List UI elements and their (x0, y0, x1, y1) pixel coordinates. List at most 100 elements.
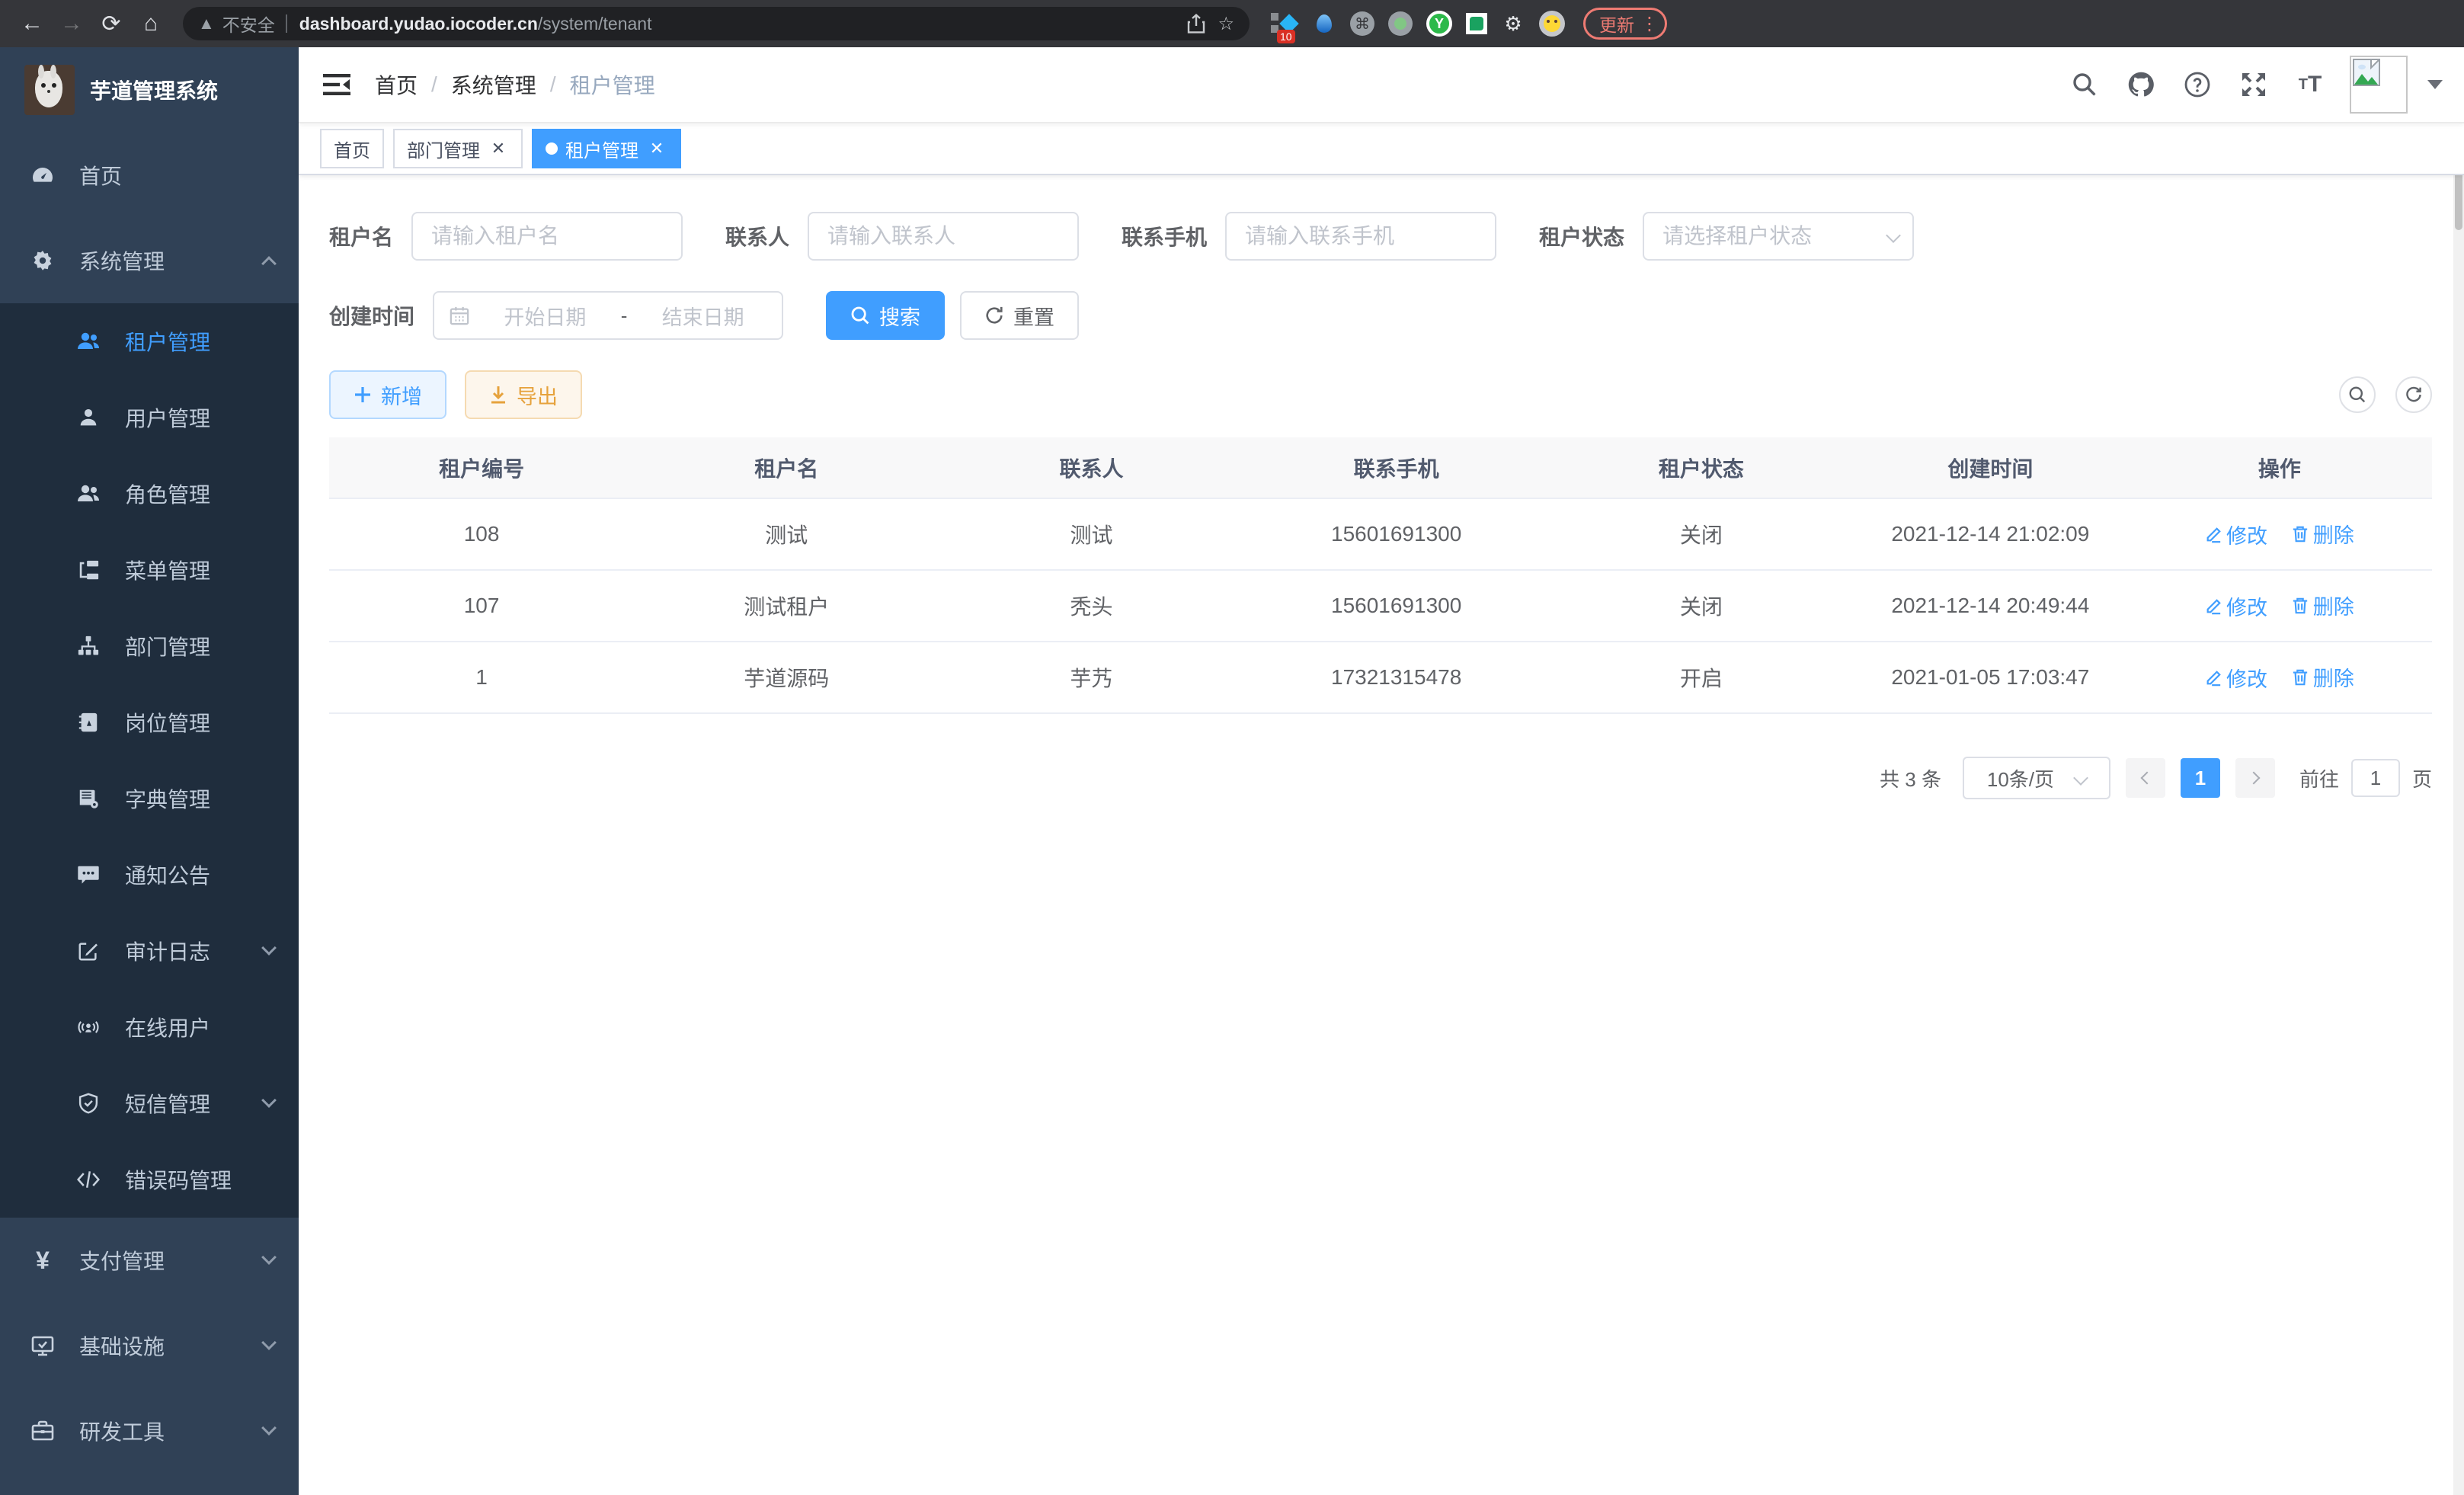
sidebar-item-online-users[interactable]: 在线用户 (0, 989, 299, 1065)
filter-contact: 联系人 (725, 212, 1079, 261)
sidebar-item-label: 租户管理 (125, 326, 210, 357)
extensions-puzzle-icon[interactable]: ⚙︎ (1501, 11, 1525, 36)
date-range-picker[interactable]: 开始日期 - 结束日期 (433, 291, 783, 340)
chevron-down-icon (2073, 770, 2088, 786)
extension-command-icon[interactable]: ⌘ (1350, 11, 1374, 36)
sidebar-item-payment[interactable]: ¥ 支付管理 (0, 1218, 299, 1303)
help-icon[interactable] (2184, 71, 2211, 98)
browser-home-icon[interactable]: ⌂ (134, 7, 168, 40)
sidebar-logo-row[interactable]: 芋道管理系统 (0, 47, 299, 133)
sidebar-item-audit-log[interactable]: 审计日志 (0, 913, 299, 989)
date-end-placeholder[interactable]: 结束日期 (639, 301, 766, 331)
table-refresh-icon[interactable] (2395, 376, 2432, 413)
pagination-total: 共 3 条 (1880, 764, 1941, 792)
share-icon[interactable] (1187, 14, 1205, 34)
extension-chat-icon[interactable] (1466, 13, 1487, 34)
sidebar-item-error-code[interactable]: 错误码管理 (0, 1141, 299, 1218)
sidebar-item-infra[interactable]: 基础设施 (0, 1303, 299, 1388)
cell-phone: 17321315478 (1244, 642, 1549, 713)
tab-home[interactable]: 首页 (320, 129, 384, 168)
export-button[interactable]: 导出 (465, 370, 582, 419)
sidebar-item-label: 菜单管理 (125, 555, 210, 585)
cell-contact: 测试 (939, 498, 1243, 570)
fullscreen-icon[interactable] (2240, 71, 2267, 98)
bookmark-star-icon[interactable]: ☆ (1218, 13, 1234, 35)
edit-log-icon (76, 940, 101, 962)
browser-back-icon[interactable]: ← (15, 7, 49, 40)
tab-dept[interactable]: 部门管理 ✕ (393, 129, 523, 168)
prev-page-button[interactable] (2126, 758, 2165, 798)
breadcrumb-home[interactable]: 首页 (375, 69, 418, 100)
sidebar-item-menu[interactable]: 菜单管理 (0, 532, 299, 608)
sidebar-item-home[interactable]: 首页 (0, 133, 299, 218)
date-start-placeholder[interactable]: 开始日期 (482, 301, 609, 331)
avatar[interactable] (2350, 56, 2408, 114)
cell-phone: 15601691300 (1244, 498, 1549, 570)
top-navbar: 首页 / 系统管理 / 租户管理 TT (299, 47, 2464, 123)
table-header-row: 租户编号 租户名 联系人 联系手机 租户状态 创建时间 操作 (329, 437, 2432, 498)
next-page-button[interactable] (2235, 758, 2275, 798)
goto-page-input[interactable] (2351, 759, 2400, 797)
browser-reload-icon[interactable]: ⟳ (94, 7, 128, 40)
chevron-up-icon (261, 256, 277, 271)
delete-link[interactable]: 删除 (2292, 662, 2354, 692)
font-size-icon[interactable]: TT (2296, 71, 2324, 98)
code-icon (76, 1170, 101, 1189)
pagination-goto: 前往 页 (2299, 759, 2432, 797)
window-scrollbar[interactable] (2453, 47, 2464, 1495)
extension-y-icon[interactable]: Y (1426, 11, 1452, 37)
tenant-name-input[interactable] (411, 212, 683, 261)
table-search-toggle-icon[interactable] (2339, 376, 2376, 413)
sidebar-item-label: 错误码管理 (125, 1164, 232, 1195)
breadcrumb-system[interactable]: 系统管理 (451, 69, 536, 100)
avatar-caret-icon[interactable] (2427, 80, 2443, 89)
tab-close-icon[interactable]: ✕ (646, 138, 667, 159)
delete-link[interactable]: 删除 (2292, 591, 2354, 620)
sidebar-item-user[interactable]: 用户管理 (0, 379, 299, 456)
sidebar-item-dict[interactable]: 字典管理 (0, 760, 299, 837)
phone-input[interactable] (1225, 212, 1496, 261)
sidebar-item-sms[interactable]: 短信管理 (0, 1065, 299, 1141)
tab-label: 首页 (334, 136, 370, 162)
reset-button[interactable]: 重置 (960, 291, 1079, 340)
dashboard-icon (30, 163, 55, 187)
create-time-label: 创建时间 (329, 300, 414, 331)
chevron-down-icon (261, 1093, 277, 1108)
sidebar-item-post[interactable]: 岗位管理 (0, 684, 299, 760)
cell-status: 关闭 (1549, 570, 1854, 642)
sidebar-item-label: 研发工具 (79, 1416, 165, 1446)
extension-balloon-icon[interactable] (1312, 11, 1336, 36)
tab-tenant[interactable]: 租户管理 ✕ (532, 129, 681, 168)
breadcrumb: 首页 / 系统管理 / 租户管理 (375, 69, 655, 100)
chrome-update-button[interactable]: 更新 ⋮ (1583, 8, 1667, 40)
extension-record-icon[interactable] (1388, 11, 1413, 36)
address-bar[interactable]: ▲ 不安全 dashboard.yudao.iocoder.cn/system/… (183, 7, 1250, 40)
extension-diamond-icon[interactable]: 10 (1274, 11, 1298, 36)
sidebar-item-dev-tools[interactable]: 研发工具 (0, 1388, 299, 1474)
sidebar-collapse-icon[interactable] (299, 46, 375, 123)
page-number-1[interactable]: 1 (2181, 758, 2220, 798)
search-button[interactable]: 搜索 (826, 291, 945, 340)
search-icon[interactable] (2071, 71, 2098, 98)
sidebar-item-dept[interactable]: 部门管理 (0, 608, 299, 684)
sidebar-item-role[interactable]: 角色管理 (0, 456, 299, 532)
browser-menu-icon[interactable]: ⋮ (1640, 13, 1659, 35)
contact-input[interactable] (808, 212, 1079, 261)
page-size-select[interactable]: 10条/页 (1963, 757, 2110, 799)
extension-emoji-icon[interactable] (1539, 11, 1565, 37)
browser-forward-icon[interactable]: → (55, 7, 88, 40)
sidebar-item-notice[interactable]: 通知公告 (0, 837, 299, 913)
status-select[interactable] (1643, 212, 1914, 261)
add-button[interactable]: 新增 (329, 370, 446, 419)
extensions-row: 10 ⌘ Y ⚙︎ (1274, 11, 1565, 37)
sidebar-item-tenant[interactable]: 租户管理 (0, 303, 299, 379)
tab-close-icon[interactable]: ✕ (488, 138, 509, 159)
github-icon[interactable] (2127, 71, 2155, 98)
sidebar-item-system[interactable]: 系统管理 (0, 218, 299, 303)
edit-link[interactable]: 修改 (2205, 520, 2267, 549)
delete-link[interactable]: 删除 (2292, 519, 2354, 549)
edit-link[interactable]: 修改 (2205, 591, 2267, 621)
sidebar-item-label: 短信管理 (125, 1088, 210, 1119)
edit-link[interactable]: 修改 (2205, 663, 2267, 693)
chevron-down-icon (261, 1250, 277, 1265)
